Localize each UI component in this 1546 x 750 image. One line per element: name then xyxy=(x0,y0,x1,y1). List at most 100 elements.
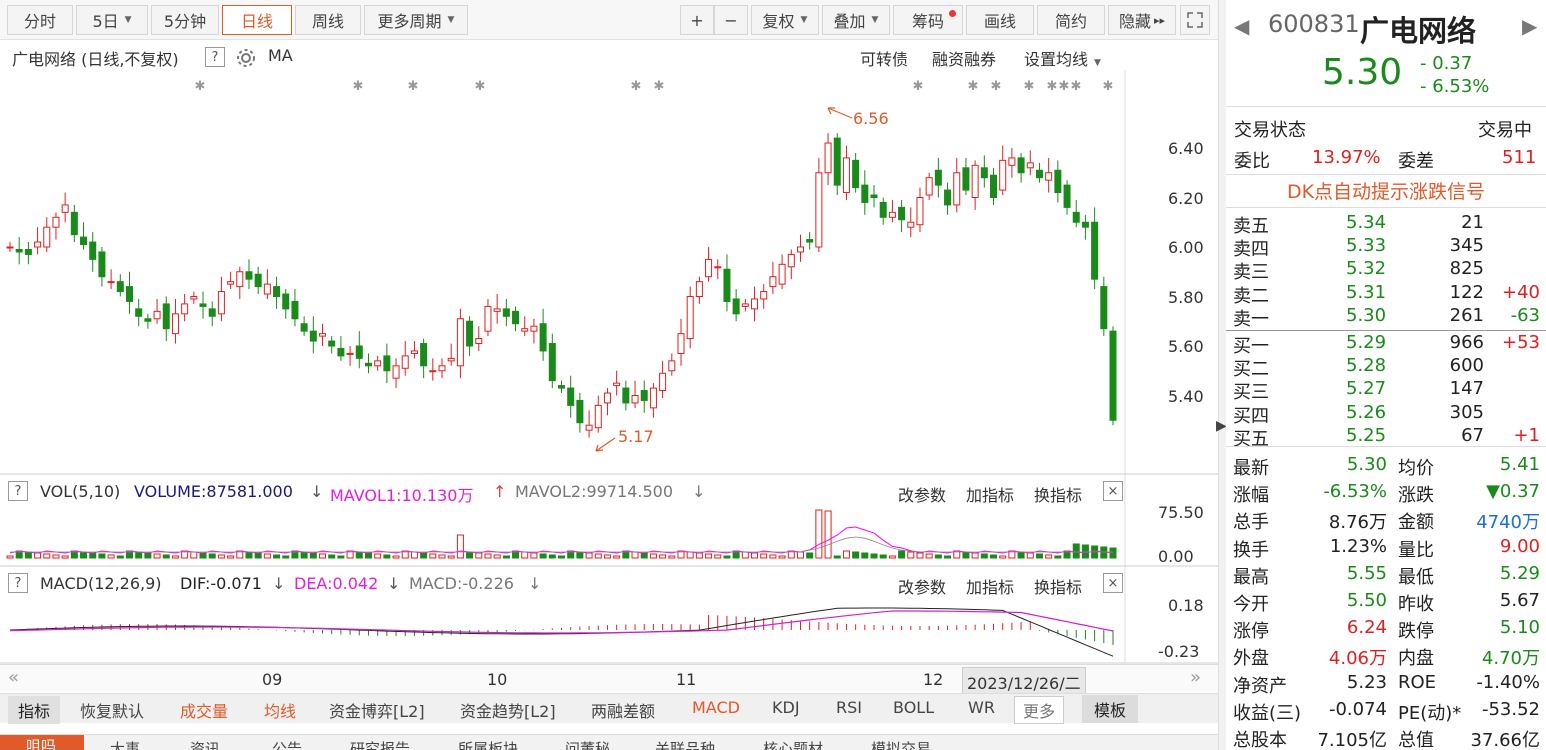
candle-body xyxy=(1072,211,1080,223)
more-button[interactable]: 更多 xyxy=(1014,696,1065,724)
tab-announcements[interactable]: 公告 xyxy=(272,738,302,750)
tab-related[interactable]: 关联品种 xyxy=(655,738,715,750)
candle-body xyxy=(208,308,216,317)
tab-5min[interactable]: 5分钟 xyxy=(151,5,219,35)
prev-arrow-icon[interactable]: ◀ xyxy=(1234,14,1249,38)
tab-fenshi[interactable]: 分时 xyxy=(7,5,73,35)
macd-add-indicator-link[interactable]: 加指标 xyxy=(966,574,1014,598)
tab-news[interactable]: 资讯 xyxy=(190,738,220,750)
dk-signal-link[interactable]: DK点自动提示涨跌信号 xyxy=(1226,174,1546,208)
tab-weekly[interactable]: 周线 xyxy=(295,5,361,35)
event-marker-icon[interactable]: ✱ xyxy=(353,79,364,94)
next-arrow-icon[interactable]: ▶ xyxy=(1522,14,1537,38)
quote-value: 4.70万 xyxy=(1481,648,1540,670)
volume-bar xyxy=(585,552,593,559)
volume-bar xyxy=(245,551,253,559)
event-marker-icon[interactable]: ✱ xyxy=(408,79,419,94)
tab-restore-default[interactable]: 恢复默认 xyxy=(80,698,144,722)
zoom-out-button[interactable]: − xyxy=(714,5,748,35)
event-marker-icon[interactable]: ✱ xyxy=(1024,79,1035,94)
candle-body xyxy=(383,355,391,372)
zoom-in-button[interactable]: + xyxy=(680,5,714,35)
tab-fund-game[interactable]: 资金博弈[L2] xyxy=(329,698,425,722)
orderbook-change: +53 xyxy=(1502,332,1540,353)
event-marker-icon[interactable]: ✱ xyxy=(1047,79,1058,94)
candle-body xyxy=(291,300,299,320)
volume-bar xyxy=(144,552,152,559)
tab-fund-trend[interactable]: 资金趋势[L2] xyxy=(460,698,556,722)
tab-rsi[interactable]: RSI xyxy=(836,698,862,717)
tab-ma[interactable]: 均线 xyxy=(264,698,296,722)
candle-body xyxy=(273,286,281,298)
quote-value: 6.24 xyxy=(1346,617,1387,639)
tab-macd[interactable]: MACD xyxy=(692,698,740,717)
scroll-right-icon[interactable]: » xyxy=(1190,667,1201,688)
volume-bar xyxy=(907,551,915,559)
orderbook-price: 5.28 xyxy=(1346,355,1387,377)
help-icon[interactable]: ? xyxy=(8,481,28,501)
close-icon[interactable]: × xyxy=(1103,481,1123,501)
volume-bar xyxy=(916,552,924,559)
tab-indicator[interactable]: 指标 xyxy=(8,696,61,724)
orderbook-label: 卖三 xyxy=(1233,262,1269,284)
candle-body xyxy=(613,382,621,387)
vol-add-indicator-link[interactable]: 加指标 xyxy=(966,482,1014,506)
fuquan-button[interactable]: 复权 ▼ xyxy=(751,5,819,35)
tab-volume[interactable]: 成交量 xyxy=(180,698,228,722)
event-marker-icon[interactable]: ✱ xyxy=(475,79,486,94)
tab-daily[interactable]: 日线 xyxy=(222,5,292,35)
chip-button[interactable]: 筹码 xyxy=(893,5,963,35)
quote-value: 9.00 xyxy=(1499,535,1540,557)
fullscreen-icon[interactable] xyxy=(1180,5,1210,35)
candle-body xyxy=(98,251,106,278)
draw-line-button[interactable]: 画线 xyxy=(966,5,1034,35)
tab-boll[interactable]: BOLL xyxy=(893,698,934,717)
tab-events[interactable]: 大事 xyxy=(110,738,140,750)
volume-bar xyxy=(374,553,382,559)
help-icon[interactable]: ? xyxy=(8,573,28,593)
tab-margin-diff[interactable]: 两融差额 xyxy=(591,698,655,722)
orderbook-change: +40 xyxy=(1502,281,1540,303)
macd-params-link[interactable]: 改参数 xyxy=(898,574,946,598)
tab-more-periods[interactable]: 更多周期 ▼ xyxy=(364,5,468,35)
tab-research[interactable]: 研究报告 xyxy=(350,738,410,750)
event-marker-icon[interactable]: ✱ xyxy=(1103,79,1114,94)
event-marker-icon[interactable]: ✱ xyxy=(991,79,1002,94)
scroll-left-icon[interactable]: « xyxy=(8,667,19,688)
event-marker-icon[interactable]: ✱ xyxy=(913,79,924,94)
event-marker-icon[interactable]: ✱ xyxy=(654,79,665,94)
close-icon[interactable]: × xyxy=(1103,573,1123,593)
tab-kdj[interactable]: KDJ xyxy=(772,698,800,717)
tab-sectors[interactable]: 所属板块 xyxy=(458,738,518,750)
vol-switch-indicator-link[interactable]: 换指标 xyxy=(1034,482,1082,506)
candle-body xyxy=(539,323,547,352)
tab-wr[interactable]: WR xyxy=(968,698,995,717)
event-marker-icon[interactable]: ✱ xyxy=(195,79,206,94)
tab-5day[interactable]: 5日 ▼ xyxy=(76,5,148,35)
hide-button[interactable]: 隐藏 ▸▸ xyxy=(1108,5,1176,35)
candle-body xyxy=(1063,184,1071,208)
overlay-button[interactable]: 叠加 ▼ xyxy=(822,5,890,35)
candle-body xyxy=(732,298,740,315)
candle-body xyxy=(576,399,584,424)
orderbook-volume: 122 xyxy=(1449,281,1484,303)
tab-simulated[interactable]: 模拟交易 xyxy=(871,738,931,750)
candle-body xyxy=(668,360,676,372)
macd-switch-indicator-link[interactable]: 换指标 xyxy=(1034,574,1082,598)
event-marker-icon[interactable]: ✱ xyxy=(1071,79,1082,94)
template-button[interactable]: 模板 xyxy=(1082,695,1139,723)
simple-button[interactable]: 简约 xyxy=(1037,5,1105,35)
event-marker-icon[interactable]: ✱ xyxy=(1059,79,1070,94)
panel-divider[interactable] xyxy=(1218,0,1226,750)
tab-core-topics[interactable]: 核心题材 xyxy=(763,738,823,750)
volume-bar xyxy=(392,555,400,559)
candle-body xyxy=(806,239,814,243)
tab-ask-secretary[interactable]: 问董秘 xyxy=(565,738,610,750)
vol-params-link[interactable]: 改参数 xyxy=(898,482,946,506)
quote-value: 4740万 xyxy=(1476,512,1540,534)
weibi-value: 13.97% xyxy=(1312,147,1381,168)
event-markers: ✱ ✱ ✱ ✱ ✱ ✱ ✱ ✱ ✱ ✱ ✱ ✱ ✱ ✱ xyxy=(195,79,1114,94)
event-marker-icon[interactable]: ✱ xyxy=(631,79,642,94)
tab-info-0[interactable]: 咀吗 xyxy=(0,735,84,750)
event-marker-icon[interactable]: ✱ xyxy=(968,79,979,94)
